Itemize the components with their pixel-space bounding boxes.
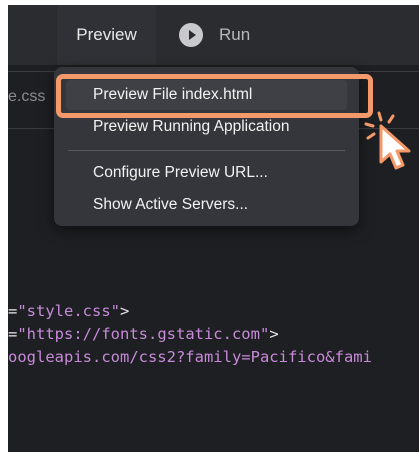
ide-window: Preview Run e.css ="style.css"> ="https:/… <box>8 5 419 452</box>
code-editor[interactable]: ="style.css"> ="https://fonts.gstatic.com… <box>8 300 372 369</box>
code-line: ="style.css"> <box>8 302 130 320</box>
code-line: ooglеapis.com/css2?family=Pacifico&fami <box>8 348 372 366</box>
menu-divider <box>68 150 345 151</box>
code-line: ="https://fonts.gstatic.com"> <box>8 325 279 343</box>
menu-item-show-active-servers[interactable]: Show Active Servers... <box>66 190 347 220</box>
highlight-annotation <box>56 74 373 118</box>
menu-item-configure-preview-url[interactable]: Configure Preview URL... <box>66 158 347 188</box>
pointer-cursor-icon <box>363 110 419 181</box>
preview-menu[interactable]: Preview <box>57 5 156 65</box>
run-label: Run <box>219 25 251 44</box>
editor-tab-filename[interactable]: e.css <box>8 88 45 106</box>
top-menu-bar: Preview Run <box>8 5 419 65</box>
play-icon <box>179 23 203 47</box>
